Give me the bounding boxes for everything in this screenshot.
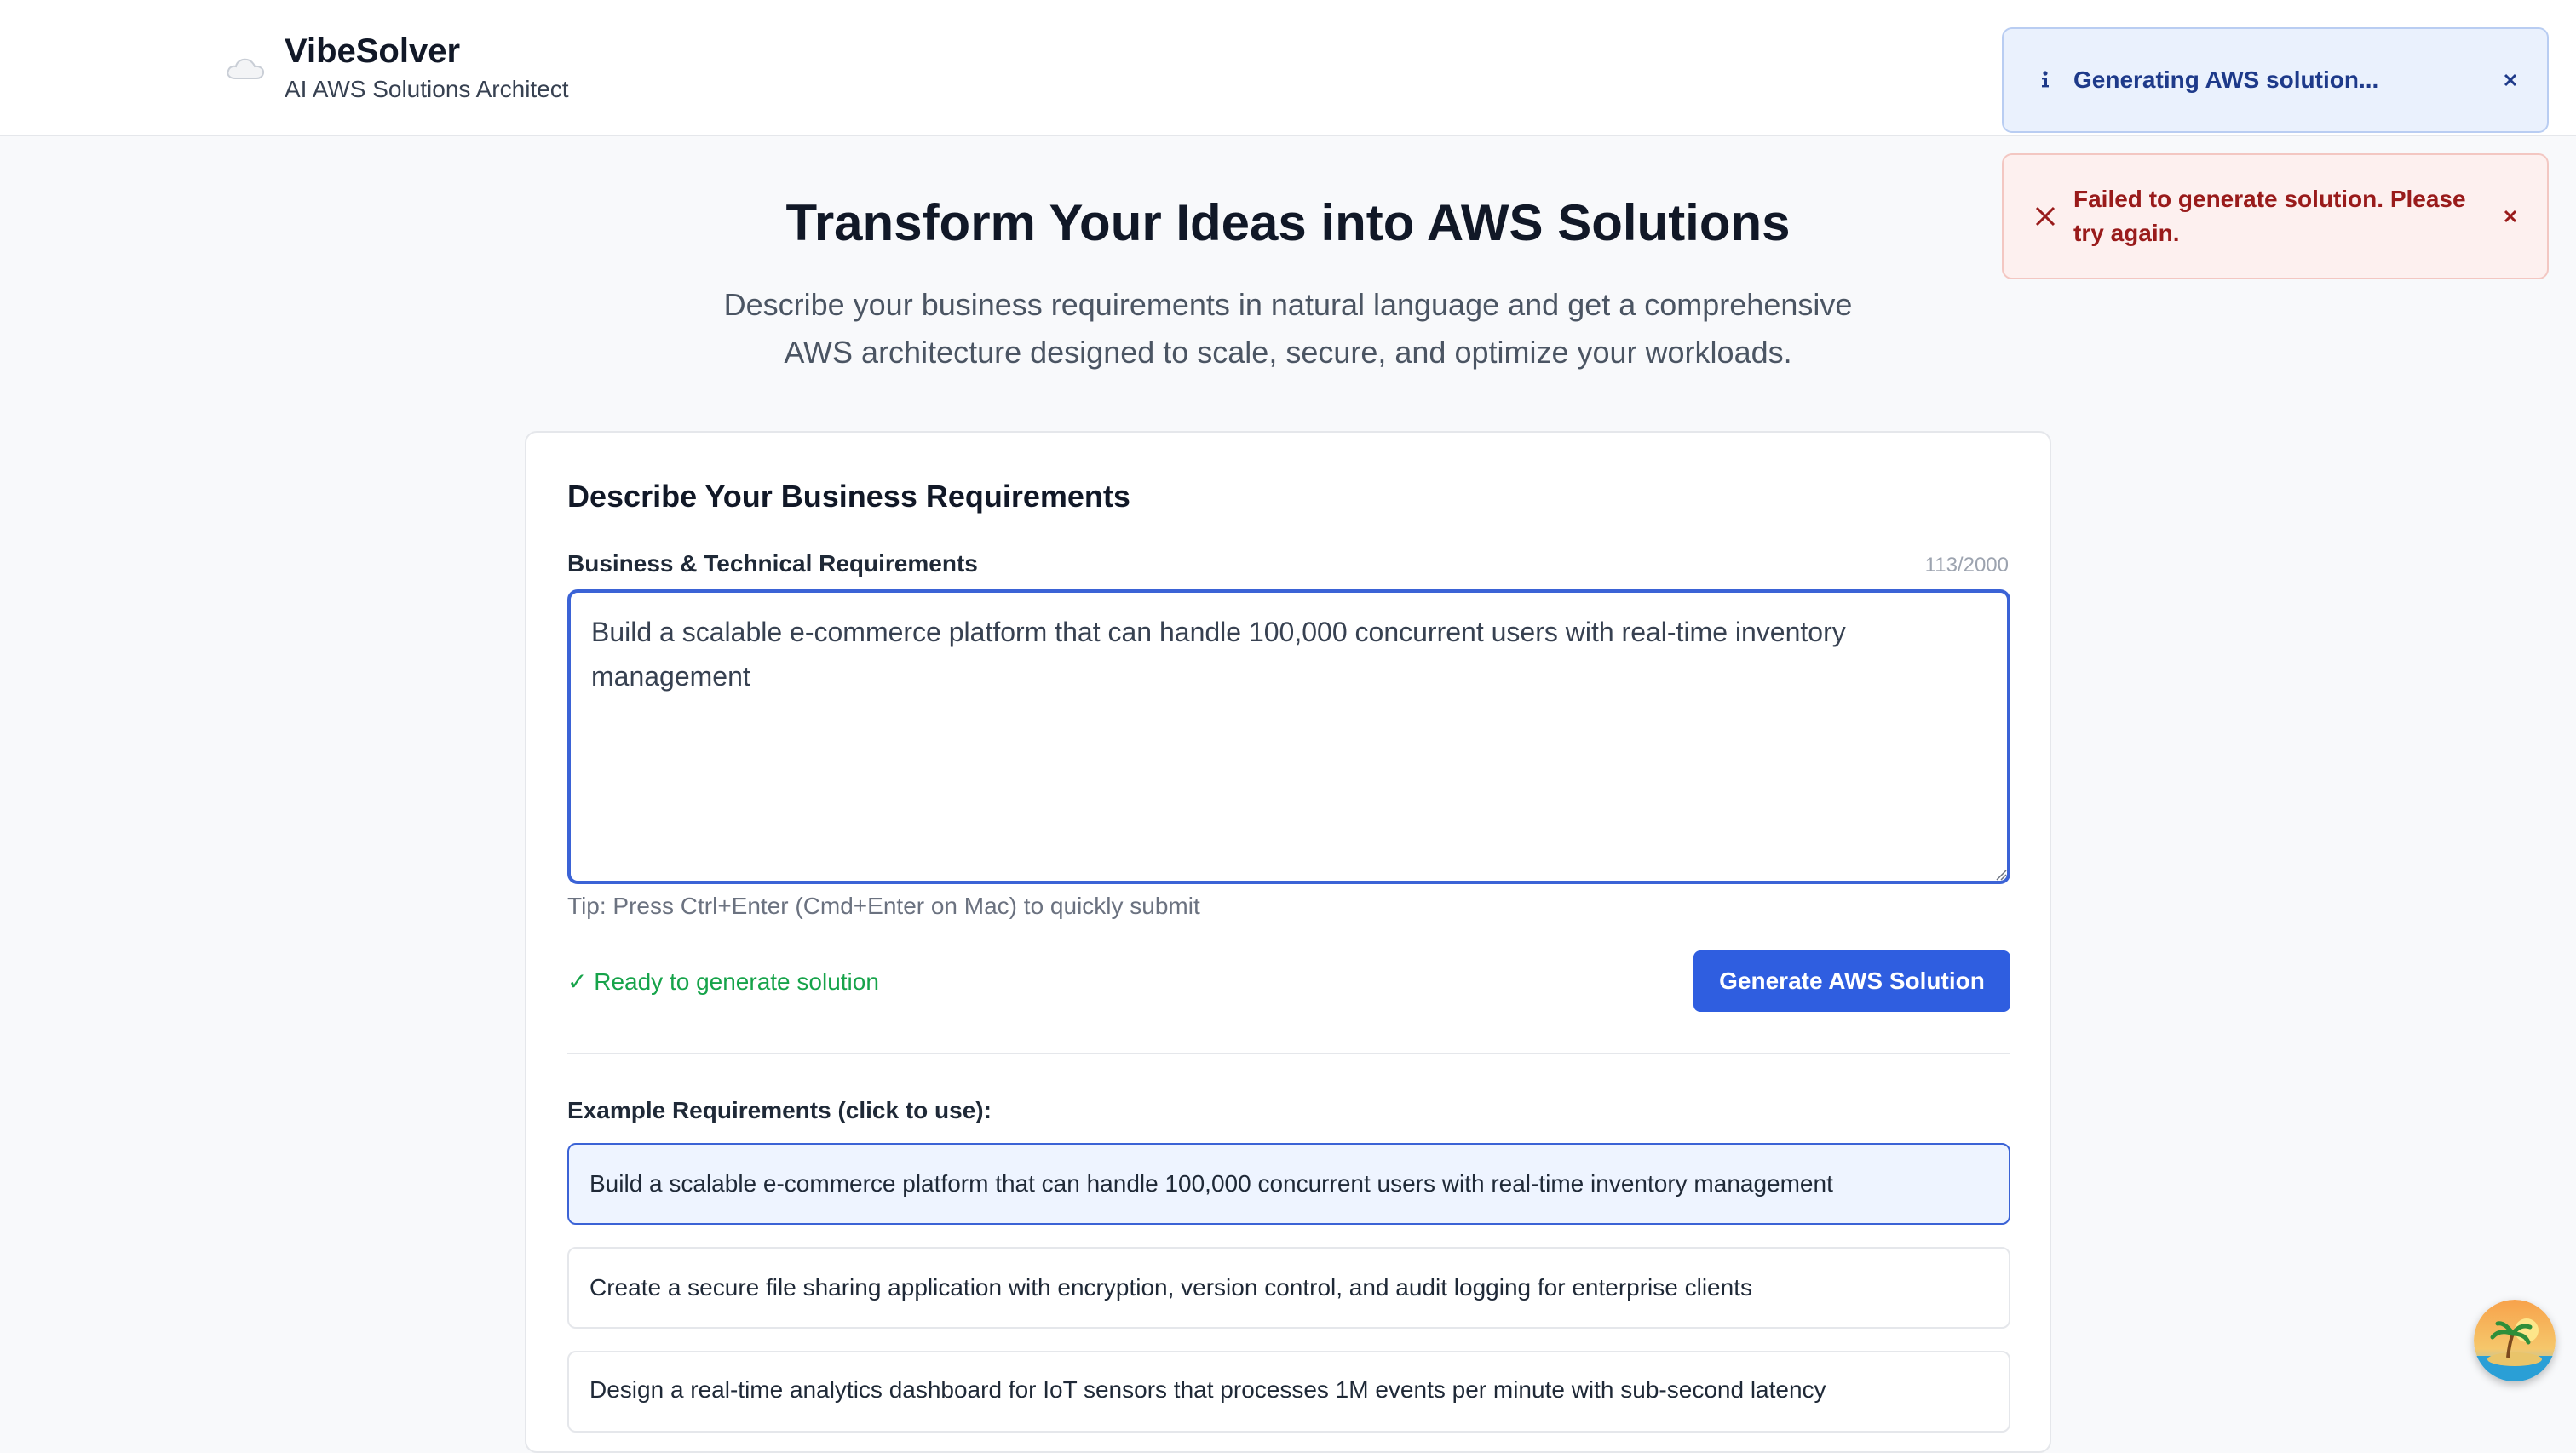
info-toast-message: Generating AWS solution... — [2073, 66, 2379, 93]
example-item[interactable]: Design a real-time analytics dashboard f… — [567, 1351, 2010, 1433]
page-subtitle: Describe your business requirements in n… — [723, 287, 1853, 370]
generate-solution-button[interactable]: Generate AWS Solution — [1693, 950, 2010, 1012]
info-toast: Generating AWS solution... — [2002, 27, 2549, 133]
card-title: Describe Your Business Requirements — [567, 479, 1130, 514]
assistant-avatar-button[interactable] — [2474, 1300, 2556, 1381]
error-toast: Failed to generate solution. Please try … — [2002, 153, 2549, 279]
brand[interactable]: VibeSolver AI AWS Solutions Architect — [223, 31, 569, 106]
cloud-icon — [223, 46, 267, 90]
palm-island-icon — [2474, 1300, 2556, 1381]
example-item[interactable]: Create a secure file sharing application… — [567, 1247, 2010, 1329]
status-message: ✓ Ready to generate solution — [567, 968, 879, 995]
requirements-textarea[interactable]: Build a scalable e-commerce platform tha… — [567, 589, 2010, 884]
example-item[interactable]: Build a scalable e-commerce platform tha… — [567, 1143, 2010, 1225]
close-icon[interactable] — [2499, 69, 2521, 91]
requirements-label: Business & Technical Requirements — [567, 550, 978, 577]
error-x-icon — [2033, 204, 2058, 229]
submit-tip: Tip: Press Ctrl+Enter (Cmd+Enter on Mac)… — [567, 893, 1200, 919]
error-toast-message: Failed to generate solution. Please try … — [2073, 186, 2466, 246]
close-icon[interactable] — [2499, 205, 2521, 227]
examples-label: Example Requirements (click to use): — [567, 1097, 992, 1123]
app-tagline: AI AWS Solutions Architect — [285, 76, 569, 102]
char-counter: 113/2000 — [1924, 554, 2009, 577]
resize-handle-icon[interactable] — [1995, 869, 2007, 881]
app-name: VibeSolver — [285, 32, 461, 70]
divider — [567, 1053, 2010, 1054]
info-icon — [2033, 67, 2058, 93]
requirements-card: Describe Your Business Requirements Busi… — [525, 431, 2051, 1453]
